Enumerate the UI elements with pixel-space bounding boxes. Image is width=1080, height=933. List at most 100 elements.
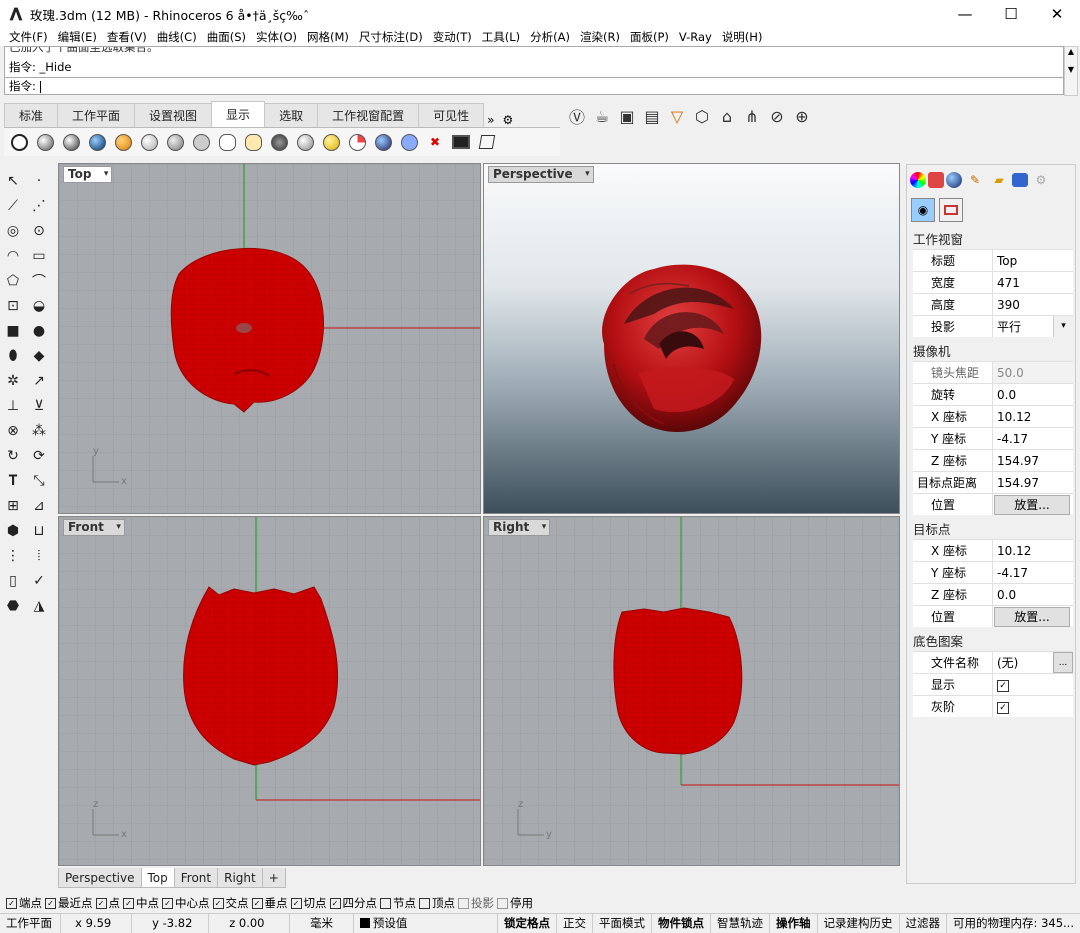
text-tool-icon[interactable]: 𝐓 [2,470,24,492]
target-place-button[interactable]: 放置... [994,607,1070,627]
status-smarttrack[interactable]: 智慧轨迹 [711,913,771,933]
osnap-tan[interactable]: ✓ 切点 [290,895,327,911]
object-display-icon[interactable] [372,131,394,153]
viewport-perspective[interactable]: Perspective ▾ [483,163,900,514]
osnap-point-checkbox[interactable]: ✓ [95,897,107,909]
dome-icon[interactable]: ⌂ [716,105,738,127]
tab-visibility[interactable]: 可见性 [418,103,485,127]
frame-icon[interactable] [939,198,963,222]
field-camera-x[interactable]: 10.12 [993,406,1073,427]
teapot-icon[interactable]: ☕ [591,105,613,127]
osnap-knot[interactable]: 节点 [380,895,416,911]
menu-solid[interactable]: 实体(O) [251,29,302,45]
menu-tools[interactable]: 工具(L) [477,29,525,45]
field-height[interactable]: 390 [993,294,1073,315]
osnap-int[interactable]: ✓ 交点 [212,895,249,911]
point-icon[interactable]: · [28,170,50,192]
close-button[interactable]: ✕ [1034,0,1080,28]
polygon-icon[interactable]: ⬠ [2,270,24,292]
camera-place-button[interactable]: 放置... [994,495,1070,515]
menu-surface[interactable]: 曲面(S) [202,29,251,45]
monitor-icon[interactable] [450,131,472,153]
transform-arrow-icon[interactable]: ↗ [28,370,50,392]
menu-view[interactable]: 查看(V) [102,29,152,45]
command-scrollbar[interactable]: ▲ ▼ [1064,46,1078,96]
scale-icon[interactable]: ⤡ [28,470,50,492]
field-camera-z[interactable]: 154.97 [993,450,1073,471]
tab-viewport-layout[interactable]: 工作视窗配置 [317,103,420,127]
vray-shaded-icon[interactable] [216,131,238,153]
curve-points-icon[interactable]: ⋰ [28,195,50,217]
material-box-icon[interactable]: ⬡ [691,105,713,127]
viewport-label-top[interactable]: Top ▾ [63,166,113,183]
boolean-union-icon[interactable]: ⊗ [2,420,24,442]
add-viewport-tab-button[interactable]: + [261,868,286,888]
vray-logo-icon[interactable]: Ⓥ [566,105,588,127]
menu-curve[interactable]: 曲线(C) [152,29,202,45]
light-icon[interactable]: ▽ [666,105,688,127]
polyline-icon[interactable]: ⟋ [2,195,24,217]
view-capture-icon[interactable] [268,131,290,153]
menu-vray[interactable]: V-Ray [674,30,717,44]
cube-icon[interactable] [476,131,498,153]
render-light-icon[interactable]: ◮ [28,595,50,617]
tab-standard[interactable]: 标准 [4,103,59,127]
edit-display-icon[interactable] [398,131,420,153]
field-target-x[interactable]: 10.12 [993,540,1073,561]
field-width[interactable]: 471 [993,272,1073,293]
gold-sphere-icon[interactable] [320,131,342,153]
rotate3d-icon[interactable]: ⟳ [28,445,50,467]
osnap-tan-checkbox[interactable]: ✓ [290,897,302,909]
menu-analyze[interactable]: 分析(A) [525,29,575,45]
status-filter[interactable]: 过滤器 [900,913,948,933]
viewport-right[interactable]: z y Right ▾ [483,516,900,866]
raytraced-icon[interactable] [242,131,264,153]
osnap-near-checkbox[interactable]: ✓ [45,897,56,909]
artistic-sphere-icon[interactable] [164,131,186,153]
status-history[interactable]: 记录建构历史 [818,913,900,933]
ellipse-icon[interactable]: ⊙ [28,220,50,242]
show-checkbox[interactable]: ✓ [997,679,1009,692]
field-title[interactable]: Top [993,250,1073,271]
rendered-sphere-icon[interactable] [60,131,82,153]
texture-icon[interactable]: ⊘ [766,105,788,127]
technical-sphere-icon[interactable] [138,131,160,153]
select-arrow-icon[interactable]: ↖ [2,170,24,192]
cylinder-icon[interactable]: ⬮ [2,345,24,367]
layers-icon[interactable] [1012,173,1028,187]
remove-display-icon[interactable]: ✖ [424,131,446,153]
minimize-button[interactable]: — [942,0,988,28]
status-cplane[interactable]: 工作平面 [0,913,62,933]
check-icon[interactable]: ✓ [28,570,50,592]
field-rotation[interactable]: 0.0 [993,384,1073,405]
folder-icon[interactable]: ▰ [988,169,1010,191]
circle-icon[interactable]: ◎ [2,220,24,242]
osnap-int-checkbox[interactable]: ✓ [212,897,224,909]
target-icon[interactable]: ⊕ [791,105,813,127]
frame-buffer-icon[interactable]: ▤ [641,105,663,127]
gear-icon[interactable]: ⚙ [498,113,517,127]
osnap-perp[interactable]: ✓ 垂点 [251,895,288,911]
osnap-vertex[interactable]: 顶点 [419,895,455,911]
osnap-disable-checkbox[interactable] [497,897,508,909]
array-grid-icon[interactable]: ⋮ [2,545,24,567]
osnap-end[interactable]: ✓ 端点 [6,895,42,911]
menu-panels[interactable]: 面板(P) [625,29,674,45]
align-bottom-icon[interactable]: ⊻ [28,395,50,417]
render-sphere-icon[interactable] [946,172,962,188]
menu-edit[interactable]: 编辑(E) [53,29,102,45]
gear-edit-icon[interactable]: ✲ [2,370,24,392]
vptab-top[interactable]: Top [140,868,175,888]
pen-sphere-icon[interactable] [190,131,212,153]
gray-sphere-icon[interactable] [294,131,316,153]
osnap-vertex-checkbox[interactable] [419,897,430,909]
tab-display[interactable]: 显示 [211,101,266,127]
osnap-quad[interactable]: ✓ 四分点 [329,895,377,911]
osnap-center[interactable]: ✓ 中心点 [162,895,210,911]
status-planar[interactable]: 平面模式 [593,913,653,933]
viewport-top[interactable]: y x Top ▾ [58,163,481,514]
tab-set-view[interactable]: 设置视图 [134,103,213,127]
loft-icon[interactable]: ◒ [28,295,50,317]
vptab-right[interactable]: Right [217,868,263,888]
menu-help[interactable]: 说明(H) [717,29,768,45]
